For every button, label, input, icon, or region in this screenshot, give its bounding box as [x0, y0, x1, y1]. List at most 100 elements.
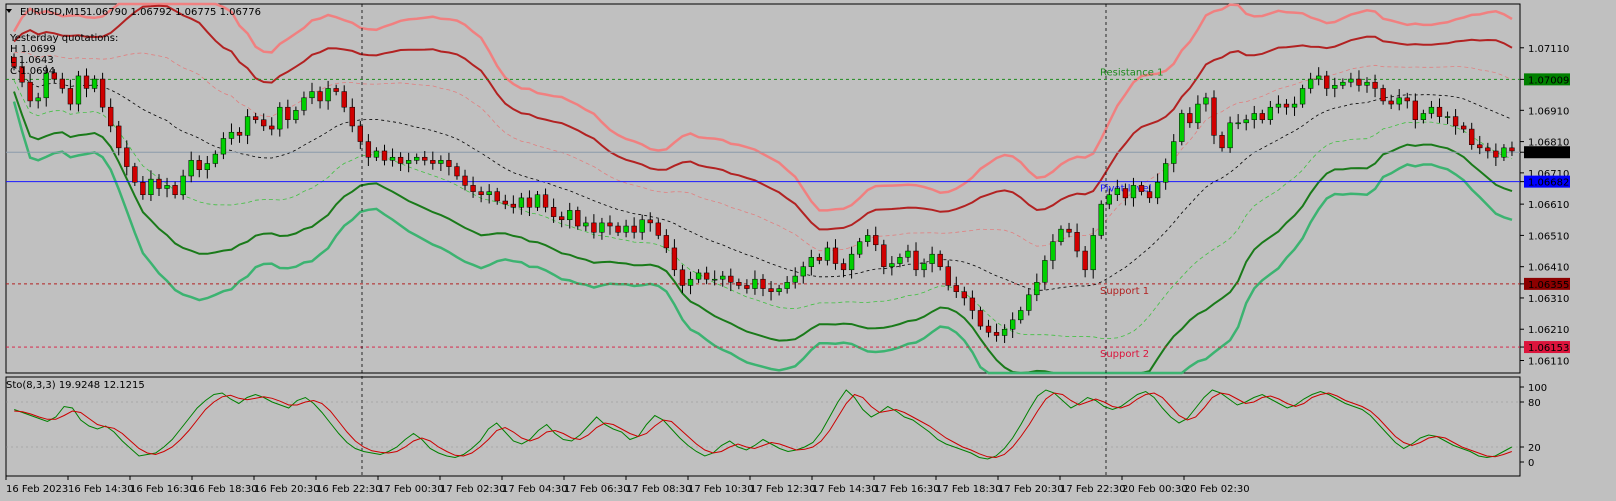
candle-body: [1428, 106, 1435, 114]
candle-body: [373, 150, 380, 158]
candle-body: [776, 288, 782, 292]
candle-body: [269, 125, 275, 130]
candle-body: [228, 131, 235, 139]
candle-body: [655, 222, 661, 236]
candle-body: [252, 116, 259, 120]
candle-body: [1404, 97, 1410, 102]
x-tick-label: 16 Feb 18:30: [192, 484, 258, 495]
candle-body: [736, 282, 742, 286]
candle-body: [679, 269, 686, 286]
candle-body: [1130, 185, 1137, 199]
candle-body: [615, 225, 621, 233]
candle-body: [1364, 81, 1370, 86]
candle-body: [808, 257, 814, 267]
chart-canvas[interactable]: Resistance 1Pivot levelSupport 1Support …: [0, 0, 1616, 501]
sto-line-0: [14, 389, 1513, 460]
sto-tick-label: 20: [1528, 443, 1541, 454]
candle-body: [913, 250, 919, 271]
candle-body: [1291, 103, 1298, 108]
lower-band-outer: [12, 101, 1513, 375]
x-tick-label: 20 Feb 00:30: [1122, 484, 1188, 495]
candle-body: [1388, 100, 1394, 105]
candle-body: [1042, 260, 1048, 283]
y-tick-label: 1.07110: [1528, 44, 1569, 55]
candle-body: [1227, 122, 1233, 149]
candle-body: [478, 191, 484, 196]
lower-band-thin: [13, 80, 1513, 340]
candle-body: [1509, 147, 1515, 152]
candle-body: [1420, 113, 1427, 120]
candle-body: [341, 91, 347, 108]
candle-body: [244, 116, 251, 136]
candle-body: [325, 88, 331, 102]
candle-body: [486, 191, 492, 196]
candle-body: [792, 275, 798, 283]
candle-body: [1259, 113, 1265, 120]
x-tick-label: 20 Feb 02:30: [1184, 484, 1250, 495]
x-tick-label: 17 Feb 16:30: [874, 484, 940, 495]
candle-body: [204, 163, 210, 170]
candle-body: [695, 272, 702, 280]
sto-tick-label: 100: [1528, 383, 1547, 394]
candle-body: [1267, 106, 1274, 120]
candle-body: [873, 235, 879, 246]
candle-body: [1211, 97, 1217, 136]
candle-body: [1251, 113, 1257, 120]
candle-body: [148, 178, 154, 196]
x-tick-label: 17 Feb 14:30: [812, 484, 878, 495]
candle-body: [389, 156, 396, 161]
candle-body: [108, 106, 114, 127]
yesterday-high: H 1.0699: [10, 44, 56, 55]
candle-body: [856, 241, 863, 255]
y-tick-label: 1.06910: [1528, 106, 1569, 117]
candle-body: [301, 97, 307, 111]
candle-body: [1074, 232, 1080, 252]
candle-body: [357, 125, 363, 142]
candle-body: [180, 175, 186, 196]
candle-body: [1477, 144, 1483, 149]
y-tick-label: 1.06310: [1528, 294, 1569, 305]
candle-body: [1243, 119, 1249, 124]
candle-body: [671, 247, 678, 271]
candle-body: [422, 156, 428, 161]
x-tick-label: 17 Feb 18:30: [936, 484, 1002, 495]
candle-body: [309, 91, 315, 99]
candle-body: [1372, 81, 1378, 89]
candle-body: [623, 225, 629, 233]
candle-body: [583, 222, 589, 227]
candle-body: [558, 216, 565, 221]
x-tick-label: 16 Feb 14:30: [68, 484, 134, 495]
x-tick-label: 17 Feb 04:30: [502, 484, 568, 495]
candle-body: [865, 235, 871, 242]
candle-body: [881, 244, 887, 267]
candle-body: [1122, 188, 1129, 199]
candle-body: [550, 207, 557, 217]
candle-body: [905, 250, 911, 258]
candle-body: [800, 266, 806, 277]
candle-body: [1283, 103, 1290, 108]
chevron-down-icon[interactable]: [6, 9, 12, 13]
candle-body: [848, 253, 855, 271]
candle-body: [1452, 116, 1459, 127]
y-tick-label: 1.06210: [1528, 325, 1569, 336]
x-tick-label: 16 Feb 22:30: [316, 484, 382, 495]
candle-body: [921, 263, 927, 271]
candle-body: [599, 222, 605, 233]
candle-body: [1299, 88, 1306, 105]
candle-body: [728, 275, 734, 283]
candle-body: [140, 181, 146, 196]
candle-body: [840, 263, 847, 271]
level-label-3: Support 2: [1100, 349, 1149, 360]
y-tick-label: 1.06510: [1528, 231, 1569, 242]
candle-body: [1146, 191, 1153, 199]
y-tick-label: 1.06410: [1528, 263, 1569, 274]
y-tick-label: 1.06682: [1528, 178, 1569, 189]
y-tick-label: 1.06355: [1528, 280, 1569, 291]
candle-body: [1485, 147, 1491, 152]
candle-body: [542, 194, 549, 208]
x-tick-label: 16 Feb 16:30: [130, 484, 196, 495]
candle-body: [1098, 203, 1104, 236]
candle-body: [591, 222, 597, 233]
x-tick-label: 17 Feb 02:30: [440, 484, 506, 495]
candle-body: [1058, 228, 1064, 242]
